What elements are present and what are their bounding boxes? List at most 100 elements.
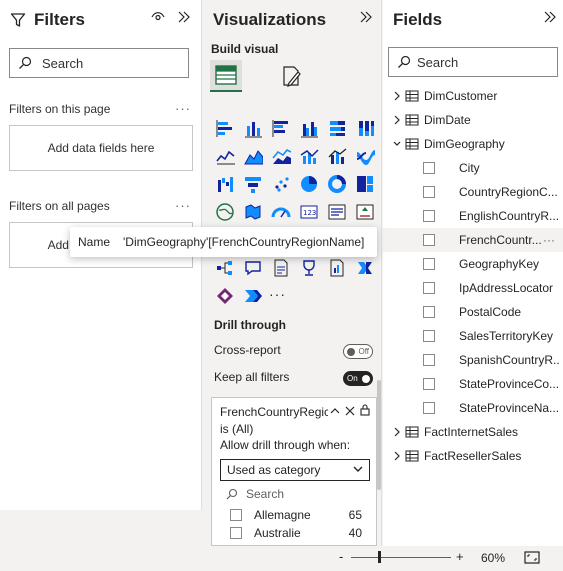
donut-chart-icon[interactable] [323,170,351,198]
field-label: FrenchCountr... [459,233,542,247]
keep-all-filters-toggle[interactable]: On [343,371,373,386]
field-checkbox[interactable] [423,162,435,174]
field-row[interactable]: StateProvinceNa... [383,396,563,420]
stacked-column-chart-icon[interactable] [239,114,267,142]
card-icon[interactable]: 123 [295,198,323,226]
field-label: EnglishCountryR... [459,209,559,223]
visualizations-pane: Visualizations Build visual 123R ··· Dri… [203,0,382,546]
qa-visual-icon[interactable] [239,254,267,282]
chevron-up-icon[interactable] [330,407,340,415]
field-checkbox[interactable] [423,354,435,366]
filter-icon [10,12,26,28]
field-checkbox[interactable] [423,186,435,198]
waterfall-chart-icon[interactable] [211,170,239,198]
paginated-report-icon[interactable] [323,254,351,282]
field-row[interactable]: SalesTerritoryKey [383,324,563,348]
table-icon [405,138,419,150]
chevron-right-icon[interactable] [393,427,401,437]
line-chart-icon[interactable] [211,142,239,170]
power-apps-icon[interactable] [211,282,239,310]
gauge-icon[interactable] [267,198,295,226]
close-icon[interactable] [345,406,355,416]
more-visuals-icon[interactable]: ··· [269,286,286,302]
stacked-area-chart-icon[interactable] [267,142,295,170]
value-checkbox[interactable] [230,509,242,521]
pie-chart-icon[interactable] [295,170,323,198]
100-stacked-bar-chart-icon[interactable] [323,114,351,142]
scatter-chart-icon[interactable] [267,170,295,198]
collapse-chevron-icon[interactable] [543,11,557,23]
chevron-right-icon[interactable] [393,91,401,101]
smart-narrative-icon[interactable] [267,254,295,282]
field-checkbox[interactable] [423,258,435,270]
fields-search-input[interactable]: Search [388,47,558,77]
clustered-bar-chart-icon[interactable] [267,114,295,142]
metrics-icon[interactable] [295,254,323,282]
area-chart-icon[interactable] [239,142,267,170]
decomposition-tree-icon[interactable] [211,254,239,282]
field-checkbox[interactable] [423,234,435,246]
eye-icon[interactable] [151,11,165,23]
allow-drill-select[interactable]: Used as category [220,459,370,481]
drill-values-search-input[interactable]: Search [226,487,284,501]
fit-to-page-icon[interactable] [524,551,540,564]
more-options-icon[interactable]: ··· [543,233,555,247]
value-row-allemagne[interactable]: Allemagne 65 [230,508,362,522]
kpi-icon[interactable] [351,198,379,226]
zoom-in-button[interactable]: + [456,549,464,564]
field-checkbox[interactable] [423,378,435,390]
field-checkbox[interactable] [423,306,435,318]
cross-report-toggle[interactable]: Off [343,344,373,359]
field-row[interactable]: IpAddressLocator [383,276,563,300]
field-checkbox[interactable] [423,210,435,222]
multi-row-card-icon[interactable] [323,198,351,226]
field-row[interactable]: EnglishCountryR... [383,204,563,228]
field-row[interactable]: PostalCode [383,300,563,324]
table-row[interactable]: DimGeography [383,132,563,156]
field-checkbox[interactable] [423,402,435,414]
field-row[interactable]: StateProvinceCo... [383,372,563,396]
chevron-right-icon[interactable] [393,115,401,125]
line-clustered-column-icon[interactable] [295,142,323,170]
filled-map-icon[interactable] [239,198,267,226]
filters-search-input[interactable]: Search [9,48,189,78]
field-row[interactable]: GeographyKey [383,252,563,276]
value-checkbox[interactable] [230,527,242,539]
zoom-slider[interactable] [351,557,451,558]
value-row-australie[interactable]: Australie 40 [230,526,362,540]
clustered-column-chart-icon[interactable] [295,114,323,142]
visualizations-title: Visualizations [213,10,327,29]
chevron-right-icon[interactable] [393,451,401,461]
field-row[interactable]: FrenchCountr... ··· [383,228,563,252]
filters-this-page-more-icon[interactable]: ··· [175,101,191,116]
field-checkbox[interactable] [423,330,435,342]
zoom-slider-thumb[interactable] [378,551,381,563]
lock-icon[interactable] [360,404,370,416]
field-row[interactable]: CountryRegionC... [383,180,563,204]
filters-this-page-drop[interactable]: Add data fields here [9,125,193,171]
stacked-bar-chart-icon[interactable] [211,114,239,142]
table-row[interactable]: DimCustomer [383,84,563,108]
line-stacked-column-icon[interactable] [323,142,351,170]
chevron-visual-icon[interactable] [239,282,267,310]
power-automate-icon[interactable] [351,254,379,282]
table-row[interactable]: FactInternetSales [383,420,563,444]
build-visual-tab[interactable] [210,60,242,92]
zoom-out-button[interactable]: - [339,549,343,564]
collapse-chevron-icon[interactable] [359,11,373,23]
collapse-chevron-icon[interactable] [177,11,191,23]
map-icon[interactable] [211,198,239,226]
field-row[interactable]: SpanishCountryR... [383,348,563,372]
format-visual-tab[interactable] [276,60,308,92]
field-checkbox[interactable] [423,282,435,294]
chevron-down-icon[interactable] [393,139,401,149]
100-stacked-column-chart-icon[interactable] [351,114,379,142]
table-row[interactable]: FactResellerSales [383,444,563,468]
visualizations-scrollbar[interactable] [377,380,381,490]
table-row[interactable]: DimDate [383,108,563,132]
treemap-icon[interactable] [351,170,379,198]
field-row[interactable]: City [383,156,563,180]
ribbon-chart-icon[interactable] [351,142,379,170]
filters-all-pages-more-icon[interactable]: ··· [175,198,191,213]
funnel-chart-icon[interactable] [239,170,267,198]
